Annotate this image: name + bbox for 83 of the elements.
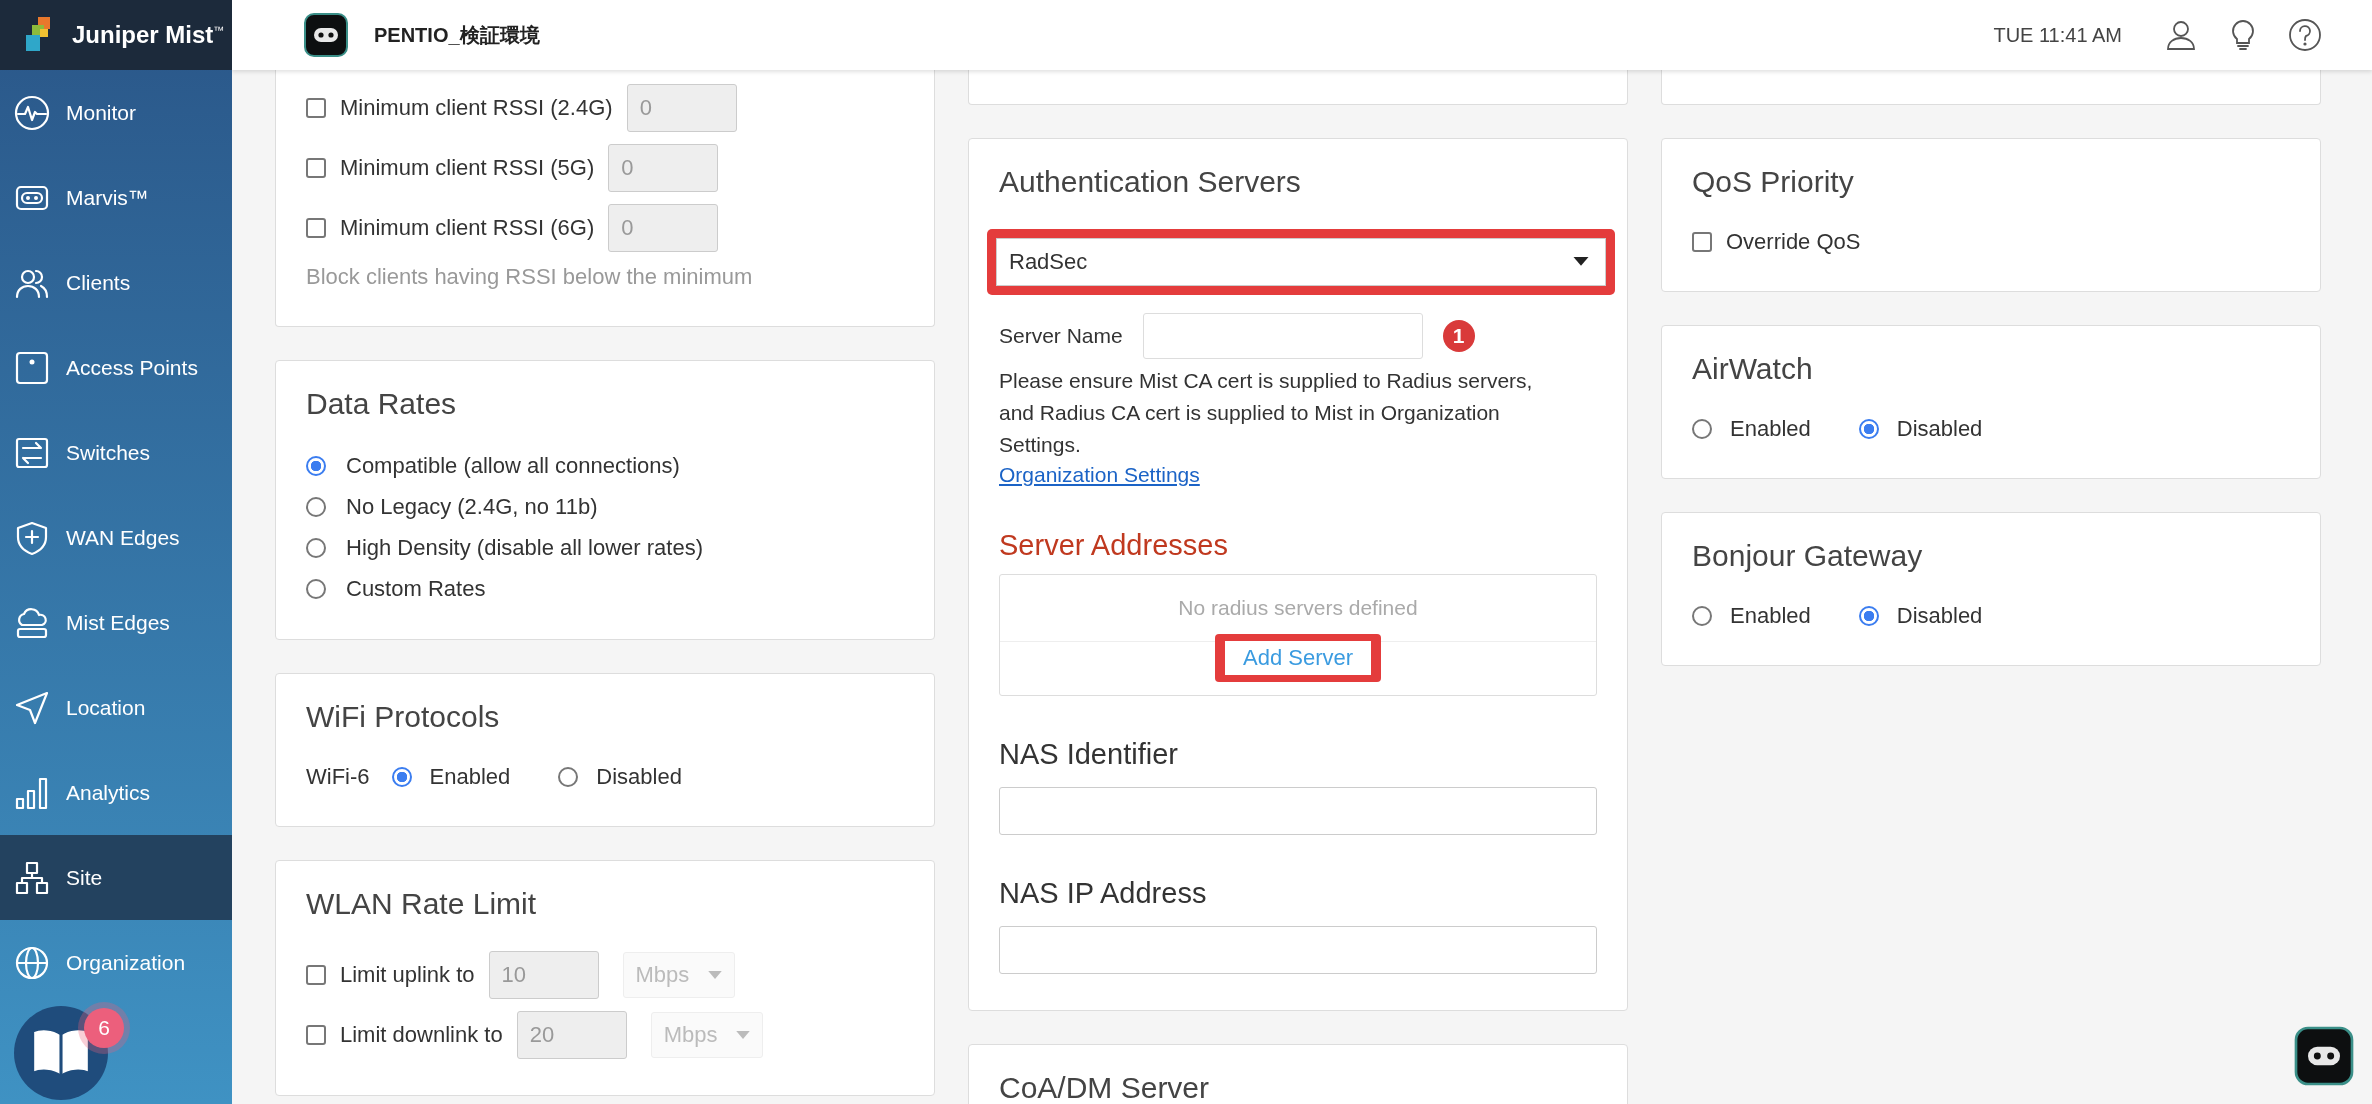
checkbox-label: Minimum client RSSI (6G) — [340, 215, 595, 241]
nav-item[interactable]: Marvis™ — [0, 155, 232, 240]
radio-button[interactable] — [306, 497, 326, 517]
checkbox[interactable] — [306, 965, 326, 985]
radio-label: High Density (disable all lower rates) — [346, 535, 704, 561]
step-badge: 1 — [1442, 320, 1475, 352]
navigation-icon — [14, 689, 50, 726]
checkbox[interactable] — [1692, 232, 1712, 252]
checkbox-label: Minimum client RSSI (2.4G) — [340, 95, 613, 121]
checkbox-label: Minimum client RSSI (5G) — [340, 155, 595, 181]
field-label: NAS IP Address — [999, 877, 1208, 910]
radio-button[interactable] — [1858, 419, 1879, 439]
nav-item[interactable]: WAN Edges — [0, 495, 232, 580]
user-icon[interactable] — [2164, 18, 2198, 52]
card-title: AirWatch — [1692, 352, 1814, 386]
nav-item[interactable]: Monitor — [0, 70, 232, 155]
squares-icon — [14, 859, 50, 896]
checkbox[interactable] — [306, 158, 326, 178]
radio-button[interactable] — [558, 767, 579, 787]
hint-text: Block clients having RSSI below the minimum — [306, 264, 754, 290]
caret-icon — [735, 1030, 750, 1040]
checkbox[interactable] — [306, 218, 326, 238]
help-icon[interactable] — [2288, 18, 2322, 52]
card-title: CoA/DM Server — [999, 1071, 1211, 1104]
radio-button[interactable] — [1692, 419, 1712, 439]
field-label: Server Name — [999, 324, 1123, 348]
nav-item[interactable]: Location — [0, 665, 232, 750]
checkbox[interactable] — [306, 1025, 326, 1045]
site-name: PENTIO_検証環境 — [374, 22, 540, 48]
card-title: Bonjour Gateway — [1692, 539, 1924, 573]
clock: TUE 11:41 AM — [1993, 23, 2122, 47]
radio-button[interactable] — [306, 456, 326, 476]
input-field[interactable] — [999, 787, 1597, 835]
radio-label: Enabled — [1730, 416, 1811, 442]
robot-icon[interactable] — [302, 11, 350, 59]
brand-name: Juniper Mist$^{™}$ — [72, 21, 225, 49]
settings-link[interactable]: Organization Settings — [999, 463, 1200, 487]
radio-button[interactable] — [1858, 606, 1879, 626]
nav-item[interactable]: Site — [0, 835, 232, 920]
checkbox[interactable] — [306, 98, 326, 118]
radio-button[interactable] — [391, 767, 412, 787]
notification-badge: 6 — [84, 1008, 124, 1048]
radio-label: Custom Rates — [346, 576, 486, 602]
radio-label: Disabled — [1896, 603, 1983, 629]
radio-label: Enabled — [1730, 603, 1811, 629]
dropdown[interactable]: RadSec — [996, 238, 1606, 286]
caret-icon — [1573, 257, 1589, 267]
card-title: WLAN Rate Limit — [306, 887, 538, 921]
radio-label: Compatible (allow all connections) — [346, 453, 680, 479]
nav-item[interactable]: Access Points — [0, 325, 232, 410]
option-label: WiFi-6 — [306, 764, 370, 790]
shield-icon — [14, 519, 50, 556]
radio-label: No Legacy (2.4G, no 11b) — [346, 494, 598, 520]
input-field[interactable] — [1142, 313, 1423, 359]
input-field[interactable] — [999, 926, 1597, 974]
card-title: Authentication Servers — [999, 165, 1302, 199]
radio-label: Disabled — [1896, 416, 1983, 442]
pulse-icon — [14, 94, 50, 131]
checkbox-label: Limit uplink to — [340, 962, 475, 988]
nav-item[interactable]: Organization — [0, 920, 232, 1005]
nav-item[interactable]: Mist Edges — [0, 580, 232, 665]
nav-item[interactable]: Clients — [0, 240, 232, 325]
caret-icon — [707, 970, 722, 980]
checkbox-label: Limit downlink to — [340, 1022, 503, 1048]
nav-item[interactable]: Switches — [0, 410, 232, 495]
radio-label: Enabled — [429, 764, 511, 790]
info-text: Please ensure Mist CA cert is supplied to Radius servers, and Radius CA cert is supplied to Mist in Organization Settings. — [999, 368, 1534, 458]
field-label: NAS Identifier — [999, 738, 1179, 771]
assistant-button[interactable] — [2292, 1024, 2356, 1088]
section-heading: Server Addresses — [999, 529, 1229, 562]
globe-icon — [14, 944, 50, 981]
radio-label: Disabled — [596, 764, 682, 790]
nav-item[interactable]: Analytics — [0, 750, 232, 835]
radio-button[interactable] — [306, 538, 326, 558]
card-title: Data Rates — [306, 387, 458, 421]
card-title: WiFi Protocols — [306, 700, 501, 734]
add-server-button[interactable]: Add Server — [1224, 641, 1372, 675]
radio-button[interactable] — [1692, 606, 1712, 626]
card-title: QoS Priority — [1692, 165, 1855, 199]
device-icon — [14, 349, 50, 386]
radio-button[interactable] — [306, 579, 326, 599]
robot-icon — [2292, 1024, 2356, 1088]
checkbox-label: Override QoS — [1726, 229, 1861, 255]
